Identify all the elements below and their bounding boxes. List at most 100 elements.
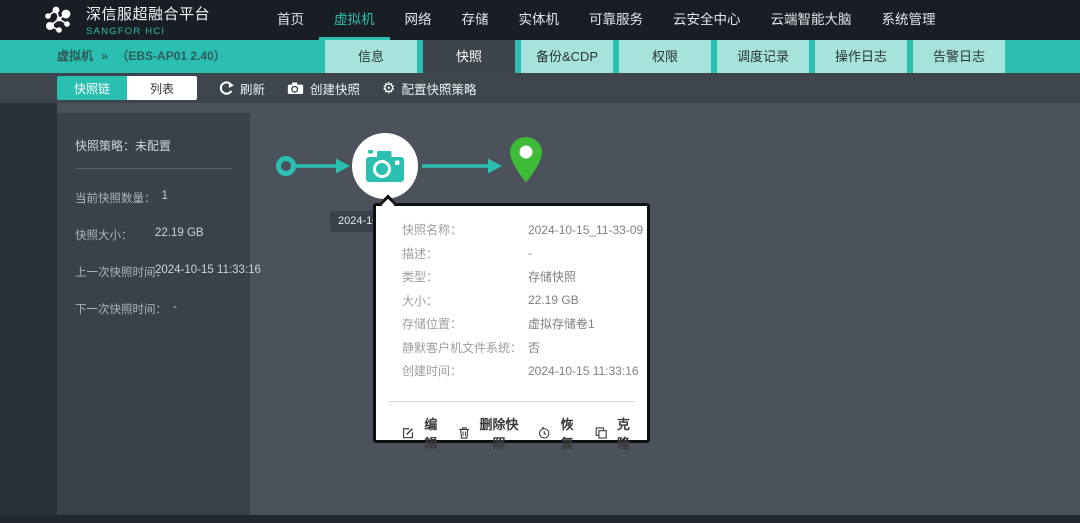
edit-label: 编辑: [419, 414, 442, 452]
trash-icon: [458, 426, 470, 440]
created-time-label: 创建时间：: [402, 362, 528, 379]
snapshot-name-label: 快照名称：: [402, 221, 528, 238]
delete-snapshot-label: 删除快照: [476, 414, 522, 452]
quiesce-label: 静默客户机文件系统：: [402, 339, 528, 356]
snapshot-policy-status: 快照策略：未配置: [75, 137, 232, 154]
popup-detail-rows: 快照名称： 2024-10-15_11-33-09 描述： - 类型： 存储快照…: [376, 218, 647, 383]
breadcrumb-separator: »: [101, 49, 108, 63]
sidebar-divider: [75, 168, 232, 169]
popup-row-created-time: 创建时间： 2024-10-15 11:33:16: [376, 359, 647, 383]
breadcrumb-current-vm: （EBS-AP01 2.40）: [116, 49, 225, 63]
chain-start-node[interactable]: [279, 159, 294, 174]
breadcrumb-root[interactable]: 虚拟机: [57, 49, 93, 63]
snapshot-count-label: 当前快照数量：: [75, 190, 156, 206]
vm-tabs: 信息 快照 备份&CDP 权限 调度记录 操作日志 告警日志: [325, 40, 1005, 73]
last-snapshot-time-label: 上一次快照时间：: [75, 264, 149, 280]
app-title: 深信服超融合平台: [86, 3, 210, 24]
snapshot-camera-icon: [364, 148, 406, 184]
sangfor-logo-icon: [40, 4, 76, 36]
popup-row-storage-location: 存储位置： 虚拟存储卷1: [376, 312, 647, 336]
configure-policy-label: 配置快照策略: [401, 79, 476, 98]
snapshot-count-row: 当前快照数量： 1: [75, 190, 232, 206]
popup-row-size: 大小： 22.19 GB: [376, 289, 647, 313]
clone-label: 克隆: [612, 414, 635, 452]
tab-backup-cdp[interactable]: 备份&CDP: [521, 40, 613, 73]
refresh-icon: [219, 81, 234, 96]
popup-action-bar: 编辑 删除快照 恢复: [388, 401, 635, 452]
bottom-scroll-strip[interactable]: [0, 515, 1080, 523]
snapshot-toolbar: 快照链 列表 刷新 创建快照 ⚙ 配置快照策略: [0, 73, 1080, 103]
view-list-button[interactable]: 列表: [127, 76, 197, 100]
tab-snapshot[interactable]: 快照: [423, 40, 515, 73]
create-snapshot-label: 创建快照: [310, 79, 360, 98]
nav-item-network[interactable]: 网络: [390, 0, 447, 40]
nav-item-vm[interactable]: 虚拟机: [319, 0, 390, 40]
brand: 深信服超融合平台 SANGFOR HCI: [40, 0, 210, 40]
snapshot-size-row: 快照大小： 22.19 GB: [75, 227, 232, 243]
tab-permission[interactable]: 权限: [619, 40, 711, 73]
snapshot-name-value: 2024-10-15_11-33-09: [528, 223, 643, 237]
tab-operation-log[interactable]: 操作日志: [815, 40, 907, 73]
refresh-label: 刷新: [240, 79, 265, 98]
edit-icon: [402, 426, 414, 440]
type-value: 存储快照: [528, 268, 576, 285]
description-label: 描述：: [402, 245, 528, 262]
quiesce-value: 否: [528, 339, 540, 356]
delete-snapshot-button[interactable]: 删除快照: [458, 414, 522, 452]
tab-schedule-log[interactable]: 调度记录: [717, 40, 809, 73]
restore-clock-icon: [538, 426, 550, 440]
size-label: 大小：: [402, 292, 528, 309]
next-snapshot-time-label: 下一次快照时间：: [75, 301, 167, 317]
camera-icon: [287, 81, 304, 95]
configure-policy-button[interactable]: ⚙ 配置快照策略: [382, 79, 476, 98]
top-bar: 深信服超融合平台 SANGFOR HCI 首页 虚拟机 网络 存储 实体机 可靠…: [0, 0, 1080, 40]
brand-text: 深信服超融合平台 SANGFOR HCI: [86, 3, 210, 37]
next-snapshot-time-row: 下一次快照时间： -: [75, 301, 232, 317]
tab-alarm-log[interactable]: 告警日志: [913, 40, 1005, 73]
storage-location-value: 虚拟存储卷1: [528, 315, 595, 332]
storage-location-label: 存储位置：: [402, 315, 528, 332]
sangfor-hci-app: 深信服超融合平台 SANGFOR HCI 首页 虚拟机 网络 存储 实体机 可靠…: [0, 0, 1080, 523]
edit-button[interactable]: 编辑: [402, 414, 442, 452]
location-pin-icon: [508, 136, 544, 184]
nav-item-system-mgmt[interactable]: 系统管理: [867, 0, 951, 40]
popup-row-type: 类型： 存储快照: [376, 265, 647, 289]
snapshot-size-value: 22.19 GB: [155, 227, 204, 243]
snapshot-detail-popup: 快照名称： 2024-10-15_11-33-09 描述： - 类型： 存储快照…: [373, 203, 650, 443]
nav-item-cloud-security[interactable]: 云安全中心: [658, 0, 756, 40]
nav-item-home[interactable]: 首页: [262, 0, 319, 40]
snapshot-count-value: 1: [162, 190, 168, 206]
size-value: 22.19 GB: [528, 293, 579, 307]
sub-header-bar: 虚拟机 » （EBS-AP01 2.40） 信息 快照 备份&CDP 权限 调度…: [0, 40, 1080, 73]
view-toggle: 快照链 列表: [57, 76, 197, 100]
chain-arrow-head-2: [488, 159, 502, 174]
create-snapshot-button[interactable]: 创建快照: [287, 79, 360, 98]
last-snapshot-time-value: 2024-10-15 11:33:16: [155, 264, 261, 280]
chain-arrow-head: [336, 159, 350, 174]
created-time-value: 2024-10-15 11:33:16: [528, 364, 639, 378]
tab-info[interactable]: 信息: [325, 40, 417, 73]
nav-item-storage[interactable]: 存储: [447, 0, 504, 40]
last-snapshot-time-row: 上一次快照时间： 2024-10-15 11:33:16: [75, 264, 232, 280]
snapshot-node[interactable]: [352, 133, 418, 199]
popup-row-quiesce: 静默客户机文件系统： 否: [376, 336, 647, 360]
description-value: -: [528, 246, 532, 260]
snapshot-size-label: 快照大小：: [75, 227, 149, 243]
clone-icon: [595, 426, 607, 440]
nav-item-physical-host[interactable]: 实体机: [504, 0, 575, 40]
popup-row-description: 描述： -: [376, 242, 647, 266]
restore-label: 恢复: [556, 414, 579, 452]
nav-item-reliable-service[interactable]: 可靠服务: [574, 0, 658, 40]
refresh-button[interactable]: 刷新: [219, 79, 265, 98]
type-label: 类型：: [402, 268, 528, 285]
popup-row-name: 快照名称： 2024-10-15_11-33-09: [376, 218, 647, 242]
current-position-node[interactable]: [508, 136, 544, 189]
left-gutter: [0, 103, 57, 523]
clone-button[interactable]: 克隆: [595, 414, 635, 452]
snapshot-summary-panel: 快照策略：未配置 当前快照数量： 1 快照大小： 22.19 GB 上一次快照时…: [57, 113, 250, 515]
nav-item-cloud-brain[interactable]: 云端智能大脑: [756, 0, 867, 40]
top-nav: 首页 虚拟机 网络 存储 实体机 可靠服务 云安全中心 云端智能大脑 系统管理: [262, 0, 951, 40]
breadcrumb: 虚拟机 » （EBS-AP01 2.40）: [57, 40, 226, 73]
view-chain-button[interactable]: 快照链: [57, 76, 127, 100]
restore-button[interactable]: 恢复: [538, 414, 578, 452]
